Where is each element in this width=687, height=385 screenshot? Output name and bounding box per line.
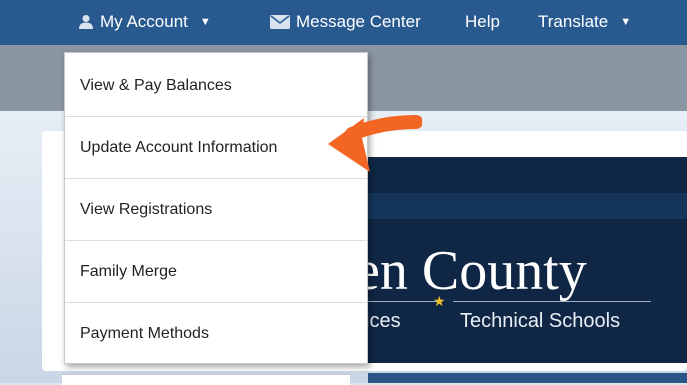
my-account-dropdown: View & Pay Balances Update Account Infor… — [64, 52, 368, 364]
my-account-label: My Account — [100, 12, 188, 31]
my-account-menu[interactable]: My Account ▼ — [78, 12, 211, 32]
menu-item-payment-methods[interactable]: Payment Methods — [65, 303, 367, 364]
translate-label: Translate — [538, 12, 609, 31]
message-center-link[interactable]: Message Center — [270, 12, 421, 32]
menu-item-label: Payment Methods — [80, 324, 209, 342]
menu-item-view-pay-balances[interactable]: View & Pay Balances — [65, 55, 367, 117]
menu-item-family-merge[interactable]: Family Merge — [65, 241, 367, 303]
banner-title: en County — [355, 240, 587, 302]
bottom-panel-right — [368, 373, 687, 383]
banner-divider — [453, 301, 651, 302]
menu-item-label: View & Pay Balances — [80, 76, 232, 94]
banner-subtitle-right: Technical Schools — [460, 310, 621, 332]
user-icon — [79, 15, 93, 29]
banner-stripe — [355, 193, 687, 219]
star-icon: ★ — [433, 293, 446, 309]
help-link[interactable]: Help — [465, 12, 500, 32]
menu-item-label: View Registrations — [80, 200, 213, 218]
envelope-icon — [270, 15, 290, 29]
menu-item-label: Update Account Information — [80, 138, 278, 156]
orange-arrow-annotation — [328, 115, 422, 172]
translate-menu[interactable]: Translate ▼ — [538, 12, 631, 32]
message-center-label: Message Center — [296, 12, 421, 31]
menu-item-view-registrations[interactable]: View Registrations — [65, 179, 367, 241]
top-nav: My Account ▼ Message Center Help Transla… — [0, 0, 687, 45]
help-label: Help — [465, 12, 500, 31]
caret-down-icon: ▼ — [620, 16, 632, 28]
bottom-panel-left — [62, 373, 350, 385]
county-banner: en County ★ vices Technical Schools — [355, 157, 687, 363]
caret-down-icon: ▼ — [199, 16, 211, 28]
menu-item-label: Family Merge — [80, 262, 177, 280]
